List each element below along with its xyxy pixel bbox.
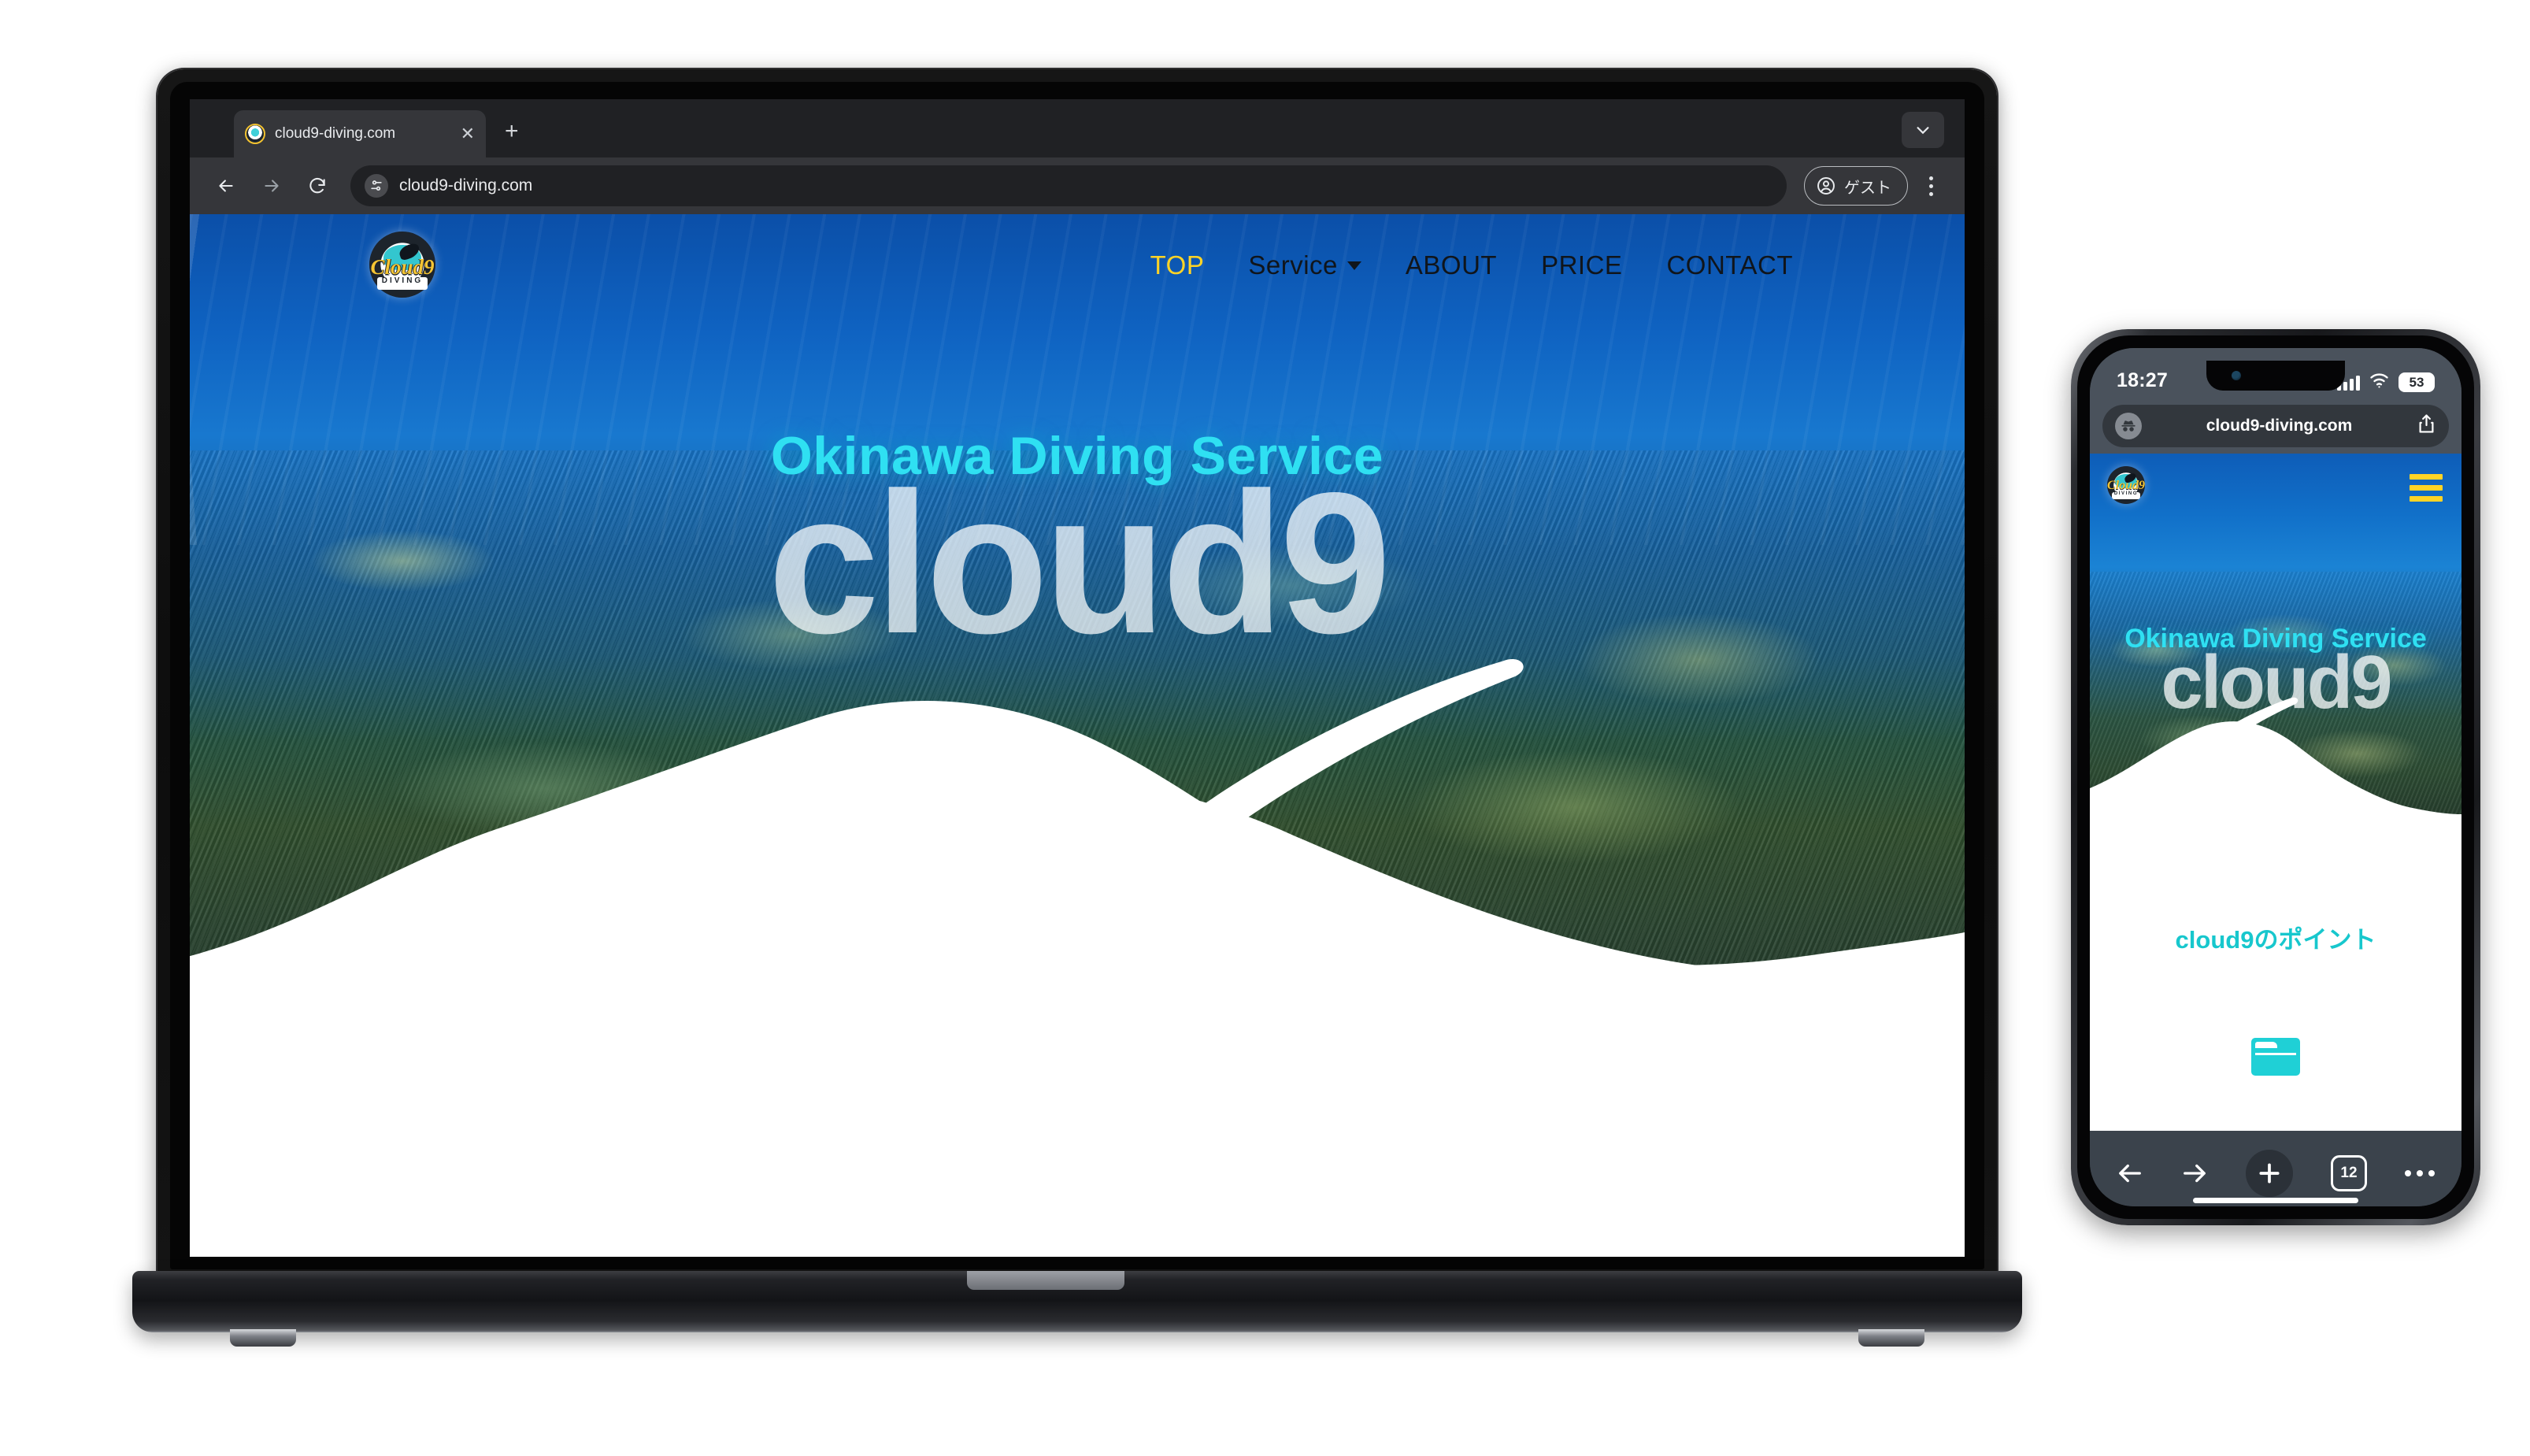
wave-divider — [190, 624, 1965, 1065]
browser-tab-strip: cloud9-diving.com ✕ + — [190, 99, 1965, 157]
site-header: Cloud9 DIVING TOP Service ABOUT PRICE CO… — [190, 214, 1965, 317]
laptop-hinge — [967, 1271, 1124, 1290]
account-icon — [1817, 177, 1835, 195]
front-camera-icon — [2232, 371, 2241, 380]
tune-icon — [371, 180, 382, 191]
main-navigation: TOP Service ABOUT PRICE CONTACT — [1150, 214, 1793, 317]
wave-shape-icon — [2090, 697, 2461, 832]
arrow-right-icon — [2184, 1164, 2206, 1183]
dot — [2417, 1170, 2423, 1176]
nav-item-price[interactable]: PRICE — [1541, 250, 1622, 280]
battery-indicator: 53 — [2398, 372, 2435, 392]
nav-item-contact[interactable]: CONTACT — [1666, 250, 1793, 280]
reload-button[interactable] — [297, 165, 338, 206]
dot — [1928, 183, 1933, 188]
laptop-lid: cloud9-diving.com ✕ + cloud9-diving.com … — [157, 69, 1997, 1282]
phone-card-graphic — [2251, 1038, 2300, 1076]
forward-button[interactable] — [251, 165, 292, 206]
tab-count-label: 12 — [2340, 1165, 2358, 1181]
profile-guest-button[interactable]: ゲスト — [1804, 166, 1908, 206]
chevron-down-icon — [1917, 127, 1929, 135]
arrow-left-icon — [2119, 1164, 2141, 1183]
dot — [1928, 176, 1933, 180]
dot — [2405, 1170, 2411, 1176]
browser-toolbar: cloud9-diving.com ゲスト — [190, 157, 1965, 214]
website-viewport: Cloud9 DIVING TOP Service ABOUT PRICE CO… — [190, 214, 1965, 1257]
phone-new-tab-button[interactable] — [2246, 1150, 2293, 1197]
address-bar[interactable]: cloud9-diving.com — [350, 165, 1787, 206]
status-indicators: 53 — [2337, 372, 2435, 392]
nav-item-service[interactable]: Service — [1248, 250, 1361, 280]
status-time: 18:27 — [2117, 369, 2168, 391]
dot — [1928, 191, 1933, 196]
chrome-menu-button[interactable] — [1913, 165, 1949, 206]
phone-url-text: cloud9-diving.com — [2206, 417, 2353, 435]
phone-tab-switcher-button[interactable]: 12 — [2331, 1155, 2367, 1191]
back-button[interactable] — [206, 165, 246, 206]
wave-shape-icon — [190, 659, 1965, 1065]
nav-item-about[interactable]: ABOUT — [1406, 250, 1497, 280]
chevron-down-icon — [1346, 261, 1361, 270]
phone-wave-divider — [2090, 658, 2461, 832]
incognito-icon — [2115, 413, 2142, 439]
macbook-device: cloud9-diving.com ✕ + cloud9-diving.com … — [132, 69, 2022, 1347]
guest-label: ゲスト — [1844, 179, 1891, 197]
phone-address-bar: cloud9-diving.com — [2090, 398, 2461, 454]
phone-section-heading: cloud9のポイント — [2175, 926, 2376, 954]
nav-item-service-label: Service — [1248, 250, 1338, 280]
share-icon[interactable] — [2417, 413, 2436, 439]
tab-title: cloud9-diving.com — [275, 125, 396, 142]
wifi-icon — [2369, 372, 2389, 392]
phone-back-button[interactable] — [2117, 1161, 2143, 1185]
laptop-foot-right — [1858, 1329, 1924, 1347]
tab-search-button[interactable] — [1902, 112, 1944, 148]
phone-more-menu-button[interactable] — [2405, 1170, 2435, 1176]
hero-section: Cloud9 DIVING TOP Service ABOUT PRICE CO… — [190, 214, 1965, 1065]
bar — [2410, 496, 2443, 502]
browser-tab[interactable]: cloud9-diving.com ✕ — [234, 110, 486, 157]
plus-icon — [2259, 1163, 2280, 1184]
screenshot-canvas: cloud9-diving.com ✕ + cloud9-diving.com … — [0, 0, 2530, 1456]
new-tab-button[interactable]: + — [505, 120, 519, 143]
phone-forward-button[interactable] — [2181, 1161, 2208, 1185]
phone-notch — [2206, 361, 2345, 391]
logo-subtext: DIVING — [381, 276, 424, 285]
reload-icon — [309, 177, 325, 194]
bar — [2410, 474, 2443, 480]
phone-frame: 18:27 53 cloud9-diving.com Cloud9 DIVING… — [2071, 329, 2480, 1225]
phone-site-logo[interactable]: Cloud9 DIVING — [2104, 463, 2148, 507]
arrow-left-icon — [219, 180, 233, 192]
home-indicator — [2193, 1198, 2358, 1203]
site-logo[interactable]: Cloud9 DIVING — [366, 228, 439, 301]
address-bar-url: cloud9-diving.com — [399, 176, 533, 195]
iphone-device: 18:27 53 cloud9-diving.com Cloud9 DIVING… — [2071, 329, 2480, 1225]
arrow-right-icon — [265, 180, 279, 192]
close-icon[interactable]: ✕ — [461, 125, 475, 143]
favicon-icon — [245, 124, 265, 144]
site-settings-icon[interactable] — [365, 174, 388, 198]
phone-screen: 18:27 53 cloud9-diving.com Cloud9 DIVING… — [2090, 348, 2461, 1206]
dot — [2428, 1170, 2435, 1176]
hamburger-menu-icon[interactable] — [2410, 474, 2443, 502]
phone-omnibox[interactable]: cloud9-diving.com — [2102, 405, 2449, 447]
phone-website-viewport: Cloud9 DIVING Okinawa Diving Service clo… — [2090, 454, 2461, 1131]
logo-subtext: DIVING — [2113, 491, 2139, 496]
laptop-bezel: cloud9-diving.com ✕ + cloud9-diving.com … — [170, 82, 1984, 1269]
laptop-screen: cloud9-diving.com ✕ + cloud9-diving.com … — [190, 99, 1965, 1257]
phone-browser-toolbar: 12 — [2090, 1131, 2461, 1206]
phone-bezel: 18:27 53 cloud9-diving.com Cloud9 DIVING… — [2077, 335, 2474, 1219]
laptop-foot-left — [230, 1329, 296, 1347]
bar — [2410, 485, 2443, 491]
nav-item-top[interactable]: TOP — [1150, 250, 1205, 280]
phone-hero-section: Cloud9 DIVING Okinawa Diving Service clo… — [2090, 454, 2461, 832]
incognito-glyph-icon — [2121, 420, 2135, 432]
